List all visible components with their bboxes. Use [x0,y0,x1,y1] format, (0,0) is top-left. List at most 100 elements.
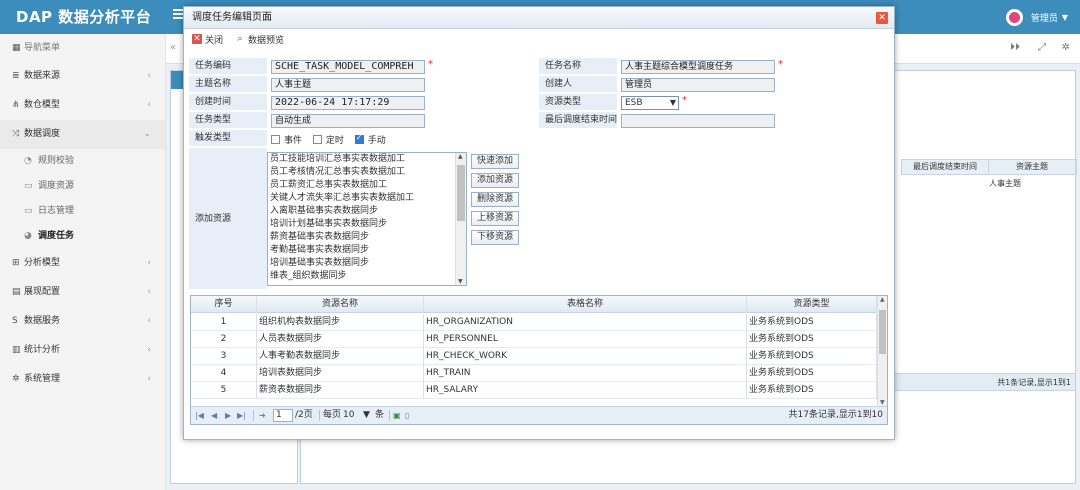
grid-icon: ▦ [12,43,21,53]
pager-summary: 共17条记录,显示1到10 [788,410,884,420]
sidebar-item-data-source[interactable]: ≣ 数据来源 ‹ [0,62,165,91]
excel-export-icon[interactable]: ▣ [393,409,401,422]
list-item[interactable]: 培训基础事实表数据同步 [268,257,466,270]
scroll-up-icon[interactable]: ▲ [458,153,463,160]
last-end-time-field[interactable] [621,114,775,128]
move-up-button[interactable]: 上移资源 [471,211,519,226]
trigger-label: 触发类型 [189,130,267,147]
dialog-title-bar: 调度任务编辑页面 ✕ [184,7,894,29]
table-row[interactable]: 人事主题 [901,175,1077,191]
trigger-timer-checkbox[interactable]: 定时 [312,133,344,146]
task-name-field[interactable]: 人事主题综合模型调度任务 [621,60,775,74]
list-item[interactable]: 关键人才流失率汇总事实表数据加工 [268,192,466,205]
create-time-label: 创建时间 [189,94,267,111]
bg-grid-header: 最后调度结束时间 资源主题 [901,159,1077,175]
gear-icon[interactable]: ✲ [1062,42,1070,53]
user-name: 管理员 [1030,13,1058,24]
list-item[interactable]: 入离职基础事实表数据同步 [268,205,466,218]
list-item[interactable]: 员工技能培训汇总事实表数据加工 [268,153,466,166]
required-mark: * [682,95,687,106]
share-icon: ⋔ [12,100,20,110]
sidebar-item-warehouse-model[interactable]: ⋔ 数仓模型 ‹ [0,91,165,120]
sidebar-item-data-service[interactable]: S 数据服务 ‹ [0,307,165,336]
table-row[interactable]: 5 薪资表数据同步 HR_SALARY 业务系统到ODS [191,382,877,399]
fullscreen-icon[interactable]: ⤢ [1038,42,1046,53]
creator-label: 创建人 [539,76,617,93]
table-scrollbar[interactable]: ▲ ▼ [877,296,887,406]
list-item[interactable]: 员工考核情况汇总事实表数据加工 [268,166,466,179]
move-down-button[interactable]: 下移资源 [471,230,519,245]
dialog-toolbar: ✕ 关闭 ⌕ 数据预览 [184,29,894,49]
sidebar-item-data-schedule[interactable]: ⤨ 数据调度 ⌄ [0,120,165,149]
close-icon[interactable]: ✕ [876,12,888,24]
scroll-down-icon[interactable]: ▼ [880,399,885,406]
trigger-manual-checkbox[interactable]: 手动 [354,133,386,146]
refresh-icon[interactable]: ▯ [405,409,409,422]
task-code-field[interactable]: SCHE_TASK_MODEL_COMPREH [271,60,425,74]
next-page-icon[interactable]: ▶ [225,409,231,422]
theme-field[interactable]: 人事主题 [271,78,425,92]
theme-label: 主题名称 [189,76,267,93]
chevron-left-icon: ‹ [147,100,151,110]
resource-table: 序号 资源名称 表格名称 资源类型 1 组织机构表数据同步 HR_ORGANIZ… [190,295,888,425]
create-time-field[interactable]: 2022-06-24 17:17:29 [271,96,425,110]
list-item[interactable]: 考勤基础事实表数据同步 [268,244,466,257]
caret-down-icon: ▼ [1061,12,1068,22]
last-page-icon[interactable]: ▶| [237,409,246,422]
resource-type-select[interactable]: ESB ▼ [621,96,679,110]
list-item[interactable]: 培训计划基础事实表数据同步 [268,218,466,231]
delete-resource-button[interactable]: 删除资源 [471,192,519,207]
list-item[interactable]: 员工薪资汇总事实表数据加工 [268,179,466,192]
sidebar: ▦ 导航菜单 ≣ 数据来源 ‹ ⋔ 数仓模型 ‹ ⤨ 数据调度 ⌄ ◔ 规则校验 ▭ 调度资源 ▭… [0,34,166,490]
table-row[interactable]: 1 组织机构表数据同步 HR_ORGANIZATION 业务系统到ODS [191,314,877,331]
sidebar-item-analysis-model[interactable]: ⊞ 分析模型 ‹ [0,249,165,278]
avatar [1005,8,1023,26]
go-icon[interactable]: ➜ [259,409,266,422]
trigger-event-checkbox[interactable]: 事件 [271,133,302,146]
list-item[interactable]: 维表_组织数据同步 [268,270,466,283]
task-type-field[interactable]: 自动生成 [271,114,425,128]
first-page-icon[interactable]: |◀ [195,409,204,422]
scroll-up-icon[interactable]: ▲ [880,296,885,303]
table-row[interactable]: 2 人员表数据同步 HR_PERSONNEL 业务系统到ODS [191,331,877,348]
tag-icon: ◕ [24,231,32,241]
prev-page-icon[interactable]: ◀ [211,409,217,422]
dialog-title: 调度任务编辑页面 [192,12,272,23]
sidebar-sub-rule-check[interactable]: ◔ 规则校验 [0,149,165,174]
app-title: DAP 数据分析平台 [16,8,152,26]
layout-icon: ▤ [12,287,21,297]
quick-add-button[interactable]: 快速添加 [471,154,519,169]
sidebar-item-display-config[interactable]: ▤ 展现配置 ‹ [0,278,165,307]
chevron-left-icon: ‹ [147,374,151,384]
tab-forward-icon[interactable]: ⏵⏵ [1010,42,1020,53]
page-number-input[interactable]: 1 [273,409,293,422]
task-form: 任务编码 SCHE_TASK_MODEL_COMPREH * 任务名称 人事主题综… [189,58,889,290]
tab-scroll-left-icon[interactable]: « [170,42,176,53]
close-button[interactable]: ✕ 关闭 [192,33,223,46]
chevron-left-icon: ‹ [147,71,151,81]
creator-field[interactable]: 管理员 [621,78,775,92]
sidebar-item-statistics[interactable]: ▥ 统计分析 ‹ [0,336,165,365]
user-menu[interactable]: 管理员 ▼ [1005,8,1068,26]
chart-icon: ⊞ [12,258,20,268]
list-item[interactable]: 薪资基础事实表数据同步 [268,231,466,244]
preview-button[interactable]: ⌕ 数据预览 [235,33,284,46]
tag-icon: ◔ [24,156,32,166]
sidebar-sub-log-manage[interactable]: ▭ 日志管理 [0,199,165,224]
bar-chart-icon: ▥ [12,345,21,355]
table-row[interactable]: 4 培训表数据同步 HR_TRAIN 业务系统到ODS [191,365,877,382]
task-edit-dialog: 调度任务编辑页面 ✕ ✕ 关闭 ⌕ 数据预览 任务编码 SCHE_TASK_MODE… [183,6,895,440]
sidebar-item-system[interactable]: ✲ 系统管理 ‹ [0,365,165,394]
per-page-select[interactable]: 10 [343,409,354,422]
sidebar-sub-schedule-resource[interactable]: ▭ 调度资源 [0,174,165,199]
dollar-icon: S [12,316,18,326]
resource-listbox[interactable]: 员工技能培训汇总事实表数据加工 员工考核情况汇总事实表数据加工 员工薪资汇总事实… [267,152,467,286]
required-mark: * [428,59,433,70]
add-resource-button[interactable]: 添加资源 [471,173,519,188]
table-row[interactable]: 3 人事考勤表数据同步 HR_CHECK_WORK 业务系统到ODS [191,348,877,365]
list-scrollbar[interactable]: ▲ ▼ [455,153,466,285]
chevron-down-icon[interactable]: ▼ [363,409,370,422]
sidebar-sub-schedule-task[interactable]: ◕ 调度任务 [0,224,165,249]
chevron-left-icon: ‹ [147,258,151,268]
scroll-down-icon[interactable]: ▼ [458,278,463,285]
